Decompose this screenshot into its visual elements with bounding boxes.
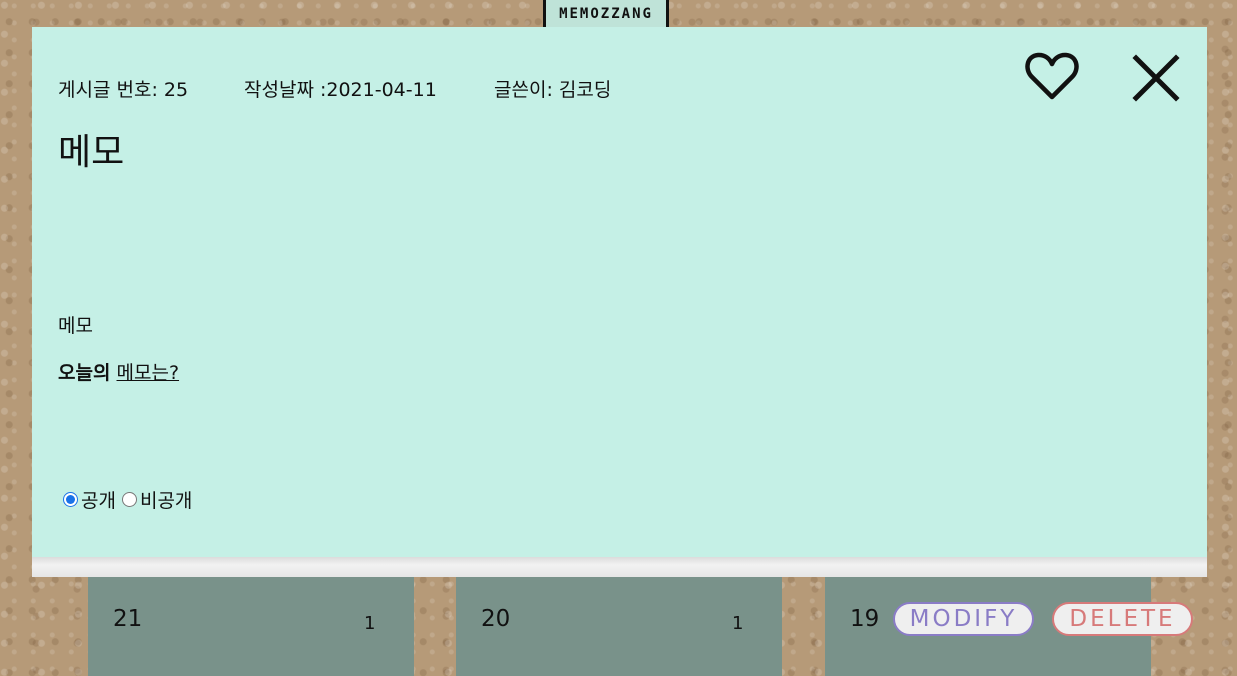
visibility-public-option[interactable]: 공개: [62, 486, 116, 513]
close-icon[interactable]: [1132, 54, 1180, 102]
card-number: 20: [481, 606, 511, 632]
post-number: 게시글 번호: 25: [58, 79, 189, 101]
card-count: 1: [364, 613, 376, 634]
delete-button[interactable]: DELETE: [1052, 602, 1193, 636]
card-number: 19: [850, 606, 880, 632]
modify-button[interactable]: MODIFY: [893, 602, 1034, 636]
memo-card[interactable]: 19 MODIFY DELETE: [825, 575, 1193, 676]
logo-text: MEMOZZANG: [559, 5, 653, 22]
card-count: 1: [732, 613, 744, 634]
private-radio[interactable]: [121, 492, 137, 507]
visibility-private-option[interactable]: 비공개: [116, 486, 192, 513]
memo-card[interactable]: 21 1: [88, 575, 414, 676]
heart-icon[interactable]: [1025, 51, 1079, 101]
memo-detail-modal: 게시글 번호: 25 작성날짜 :2021-04-11 글쓴이: 김코딩 메모 …: [32, 27, 1207, 557]
public-radio[interactable]: [63, 492, 78, 507]
memo-card[interactable]: 20 1: [456, 575, 782, 676]
memo-body-rich: 오늘의 메모는?: [58, 358, 179, 385]
visibility-options: 공개 비공개: [62, 486, 192, 513]
memo-title: 메모: [58, 132, 125, 173]
modal-footer-bar: [32, 557, 1207, 577]
logo[interactable]: MEMOZZANG: [543, 0, 669, 27]
post-author: 글쓴이: 김코딩: [494, 79, 612, 101]
post-date: 작성날짜 :2021-04-11: [244, 79, 437, 101]
card-number: 21: [113, 606, 143, 632]
public-label: 공개: [81, 490, 116, 512]
memo-body-text: 메모: [58, 315, 93, 337]
memo-body-bold: 오늘의: [58, 362, 111, 384]
private-label: 비공개: [139, 490, 193, 512]
memo-body-link[interactable]: 메모는?: [117, 362, 180, 384]
